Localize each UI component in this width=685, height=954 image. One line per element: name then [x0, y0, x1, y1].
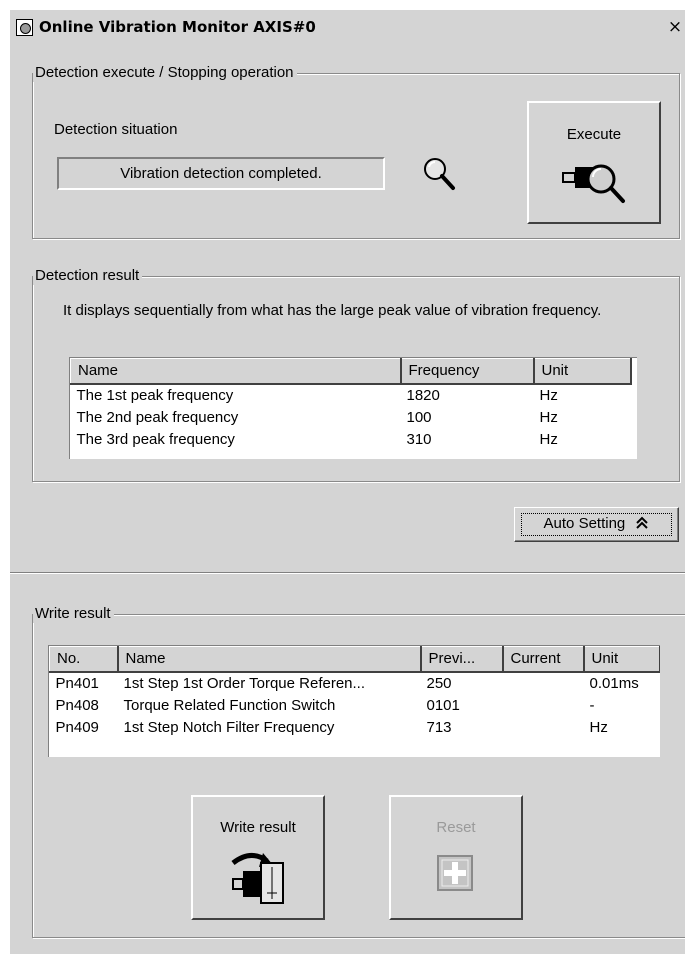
cell-current	[502, 694, 584, 717]
table-row[interactable]: The 2nd peak frequency 100 Hz	[70, 406, 637, 429]
column-header-previous[interactable]: Previ...	[420, 646, 504, 673]
column-header-filler	[630, 358, 637, 384]
vibration-monitor-window: Online Vibration Monitor AXIS#0 × Detect…	[9, 9, 685, 954]
cell-frequency: 310	[400, 428, 534, 451]
cell-current	[502, 716, 584, 739]
plus-icon	[436, 854, 476, 894]
detection-group: Detection execute / Stopping operation D…	[32, 64, 680, 239]
column-header-name[interactable]: Name	[117, 646, 422, 673]
table-row[interactable]: The 1st peak frequency 1820 Hz	[70, 383, 637, 407]
column-header-current[interactable]: Current	[502, 646, 585, 673]
column-header-unit[interactable]: Unit	[533, 358, 632, 385]
execute-button[interactable]: Execute	[527, 101, 661, 224]
write-result-group: Write result No. Name Previ... Current U…	[32, 605, 685, 938]
cell-unit: Hz	[533, 428, 631, 451]
table-row[interactable]: Pn401 1st Step 1st Order Torque Referen.…	[49, 671, 660, 695]
execute-button-label: Execute	[566, 126, 622, 143]
table-header-row: Name Frequency Unit	[70, 358, 637, 385]
detection-status-text: Vibration detection completed.	[120, 165, 322, 182]
detection-status-field: Vibration detection completed.	[57, 157, 385, 190]
detection-result-group-label: Detection result	[33, 267, 143, 285]
magnifier-icon	[420, 154, 462, 196]
column-header-frequency[interactable]: Frequency	[400, 358, 535, 385]
cell-previous: 713	[420, 716, 503, 739]
write-result-table: No. Name Previ... Current Unit Pn401 1st…	[48, 645, 660, 757]
cell-name: The 1st peak frequency	[70, 383, 401, 407]
cell-no: Pn408	[49, 694, 118, 717]
cell-unit: Hz	[533, 406, 631, 429]
cell-name: 1st Step 1st Order Torque Referen...	[117, 671, 421, 695]
write-result-group-label: Write result	[33, 605, 114, 623]
detection-result-group: Detection result It displays sequentiall…	[32, 267, 680, 482]
detection-situation-label: Detection situation	[54, 121, 178, 138]
cell-name: The 3rd peak frequency	[70, 428, 401, 451]
cell-previous: 0101	[420, 694, 503, 717]
detection-result-description: It displays sequentially from what has t…	[63, 302, 602, 319]
app-icon	[16, 19, 33, 36]
column-header-no[interactable]: No.	[49, 646, 119, 673]
column-header-name[interactable]: Name	[70, 358, 402, 385]
title-bar[interactable]: Online Vibration Monitor AXIS#0 ×	[10, 10, 685, 44]
cell-name: 1st Step Notch Filter Frequency	[117, 716, 421, 739]
column-header-unit[interactable]: Unit	[583, 646, 660, 673]
cell-name: Torque Related Function Switch	[117, 694, 421, 717]
close-button[interactable]: ×	[666, 16, 684, 38]
detection-group-label: Detection execute / Stopping operation	[33, 64, 297, 82]
window-title: Online Vibration Monitor AXIS#0	[39, 18, 316, 36]
table-row[interactable]: Pn408 Torque Related Function Switch 010…	[49, 694, 660, 717]
table-row[interactable]: Pn409 1st Step Notch Filter Frequency 71…	[49, 716, 660, 739]
cell-no: Pn409	[49, 716, 118, 739]
double-chevron-up-icon	[635, 510, 649, 529]
reset-button[interactable]: Reset	[389, 795, 523, 920]
auto-setting-label: Auto Setting	[543, 515, 626, 532]
write-result-button-label: Write result	[220, 819, 296, 836]
table-header-row: No. Name Previ... Current Unit	[49, 646, 660, 673]
cell-previous: 250	[420, 671, 503, 695]
write-result-button[interactable]: Write result	[191, 795, 325, 920]
cell-name: The 2nd peak frequency	[70, 406, 401, 429]
cell-unit: 0.01ms	[583, 671, 660, 695]
cell-unit: Hz	[583, 716, 660, 739]
cell-current	[502, 671, 584, 695]
cell-frequency: 100	[400, 406, 534, 429]
cell-frequency: 1820	[400, 383, 534, 407]
cell-unit: Hz	[533, 383, 631, 407]
execute-detect-icon	[561, 155, 629, 205]
peak-frequency-table: Name Frequency Unit The 1st peak frequen…	[69, 357, 637, 459]
cell-no: Pn401	[49, 671, 118, 695]
reset-button-label: Reset	[436, 819, 476, 836]
section-divider	[10, 572, 685, 574]
write-to-servo-icon	[227, 849, 293, 905]
table-row[interactable]: The 3rd peak frequency 310 Hz	[70, 428, 637, 451]
cell-unit: -	[583, 694, 660, 717]
auto-setting-button[interactable]: Auto Setting	[514, 507, 679, 542]
